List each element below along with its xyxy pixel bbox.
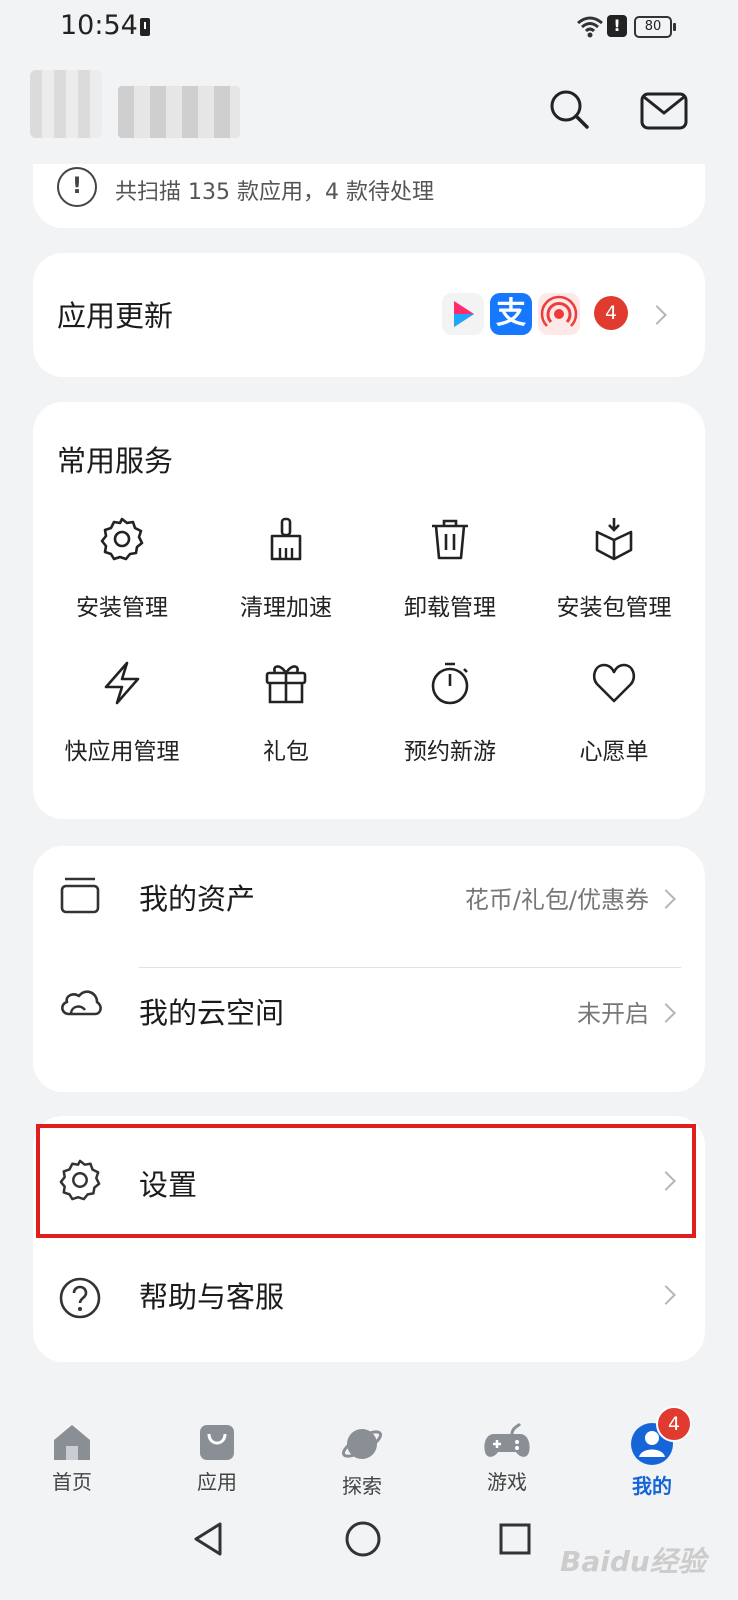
tab-label: 探索 xyxy=(342,1474,382,1498)
battery-saver-icon xyxy=(140,18,150,36)
tab-label: 游戏 xyxy=(487,1470,527,1494)
services-title: 常用服务 xyxy=(57,444,174,478)
service-quick-app[interactable]: 快应用管理 xyxy=(37,660,207,766)
status-bar: 10:54 ! 80 xyxy=(0,0,738,58)
exclamation-icon: ! xyxy=(57,167,97,207)
gift-icon xyxy=(265,665,307,704)
service-label: 预约新游 xyxy=(404,739,496,765)
alipay-icon: 支 xyxy=(490,293,532,335)
service-reserve-game[interactable]: 预约新游 xyxy=(365,660,535,766)
gear-icon xyxy=(100,517,144,561)
help-label: 帮助与客服 xyxy=(139,1280,285,1314)
recents-icon[interactable] xyxy=(498,1522,532,1556)
my-assets-row[interactable]: 我的资产 花币/礼包/优惠券 xyxy=(33,846,705,968)
alert-icon: ! xyxy=(607,15,627,37)
avatar[interactable] xyxy=(30,70,102,138)
tab-bar: 首页 应用 探索 游戏 我的 4 xyxy=(0,1400,738,1510)
gamepad-icon xyxy=(484,1422,530,1457)
service-label: 快应用管理 xyxy=(64,739,180,765)
service-wishlist[interactable]: 心愿单 xyxy=(529,660,699,766)
service-cleanup[interactable]: 清理加速 xyxy=(201,516,371,622)
tab-label: 首页 xyxy=(52,1470,92,1494)
highlight-box xyxy=(36,1124,696,1238)
help-icon xyxy=(59,1277,101,1319)
my-cloud-label: 我的云空间 xyxy=(139,996,285,1030)
service-label: 安装包管理 xyxy=(556,595,672,621)
box-icon xyxy=(60,877,100,914)
scan-notice-text: 共扫描 135 款应用，4 款待处理 xyxy=(115,180,434,205)
service-install-manage[interactable]: 安装管理 xyxy=(37,516,207,622)
my-assets-value: 花币/礼包/优惠券 xyxy=(464,886,649,914)
cloud-icon xyxy=(61,990,102,1016)
username[interactable] xyxy=(118,86,240,138)
tab-label: 应用 xyxy=(197,1470,237,1494)
service-package-manage[interactable]: 安装包管理 xyxy=(529,516,699,622)
home-icon xyxy=(54,1425,90,1460)
home-nav-icon[interactable] xyxy=(344,1520,382,1558)
mail-icon[interactable] xyxy=(640,92,688,130)
service-gift[interactable]: 礼包 xyxy=(201,660,371,766)
chevron-right-icon xyxy=(656,1003,676,1023)
heart-icon xyxy=(592,663,636,703)
battery-icon: 80 xyxy=(634,16,676,38)
chevron-right-icon xyxy=(656,889,676,909)
bag-icon xyxy=(200,1425,234,1460)
help-row[interactable]: 帮助与客服 xyxy=(33,1240,705,1358)
baidu-watermark: Baidu经验 xyxy=(560,1545,706,1578)
chevron-right-icon xyxy=(656,1285,676,1305)
service-uninstall[interactable]: 卸载管理 xyxy=(365,516,535,622)
status-time: 10:54 xyxy=(60,10,138,41)
service-label: 清理加速 xyxy=(240,595,332,621)
service-label: 心愿单 xyxy=(579,739,649,765)
my-cloud-row[interactable]: 我的云空间 未开启 xyxy=(33,968,705,1090)
tab-home[interactable]: 首页 xyxy=(22,1422,122,1495)
service-label: 安装管理 xyxy=(76,595,168,621)
my-assets-label: 我的资产 xyxy=(139,882,256,916)
tab-games[interactable]: 游戏 xyxy=(457,1422,557,1495)
search-icon[interactable] xyxy=(548,88,590,130)
wifi-icon xyxy=(577,16,603,38)
service-label: 卸载管理 xyxy=(404,595,496,621)
scan-notice-card[interactable]: ! 共扫描 135 款应用，4 款待处理 xyxy=(33,164,705,228)
tab-label: 我的 xyxy=(632,1474,672,1498)
service-label: 礼包 xyxy=(263,739,309,765)
planet-icon xyxy=(341,1429,383,1459)
back-icon[interactable] xyxy=(190,1520,226,1558)
tab-explore[interactable]: 探索 xyxy=(312,1422,412,1499)
quick-app-icon xyxy=(104,661,140,705)
podcast-icon xyxy=(538,293,580,335)
update-count-badge: 4 xyxy=(594,296,628,330)
broom-icon xyxy=(270,517,302,561)
tab-mine-badge: 4 xyxy=(656,1406,692,1442)
timer-icon xyxy=(431,662,469,705)
my-cloud-value: 未开启 xyxy=(577,1000,649,1028)
trash-icon xyxy=(432,519,468,560)
package-icon xyxy=(595,518,633,561)
tab-apps[interactable]: 应用 xyxy=(167,1422,267,1495)
video-app-icon xyxy=(442,293,484,335)
app-update-title: 应用更新 xyxy=(57,299,174,333)
